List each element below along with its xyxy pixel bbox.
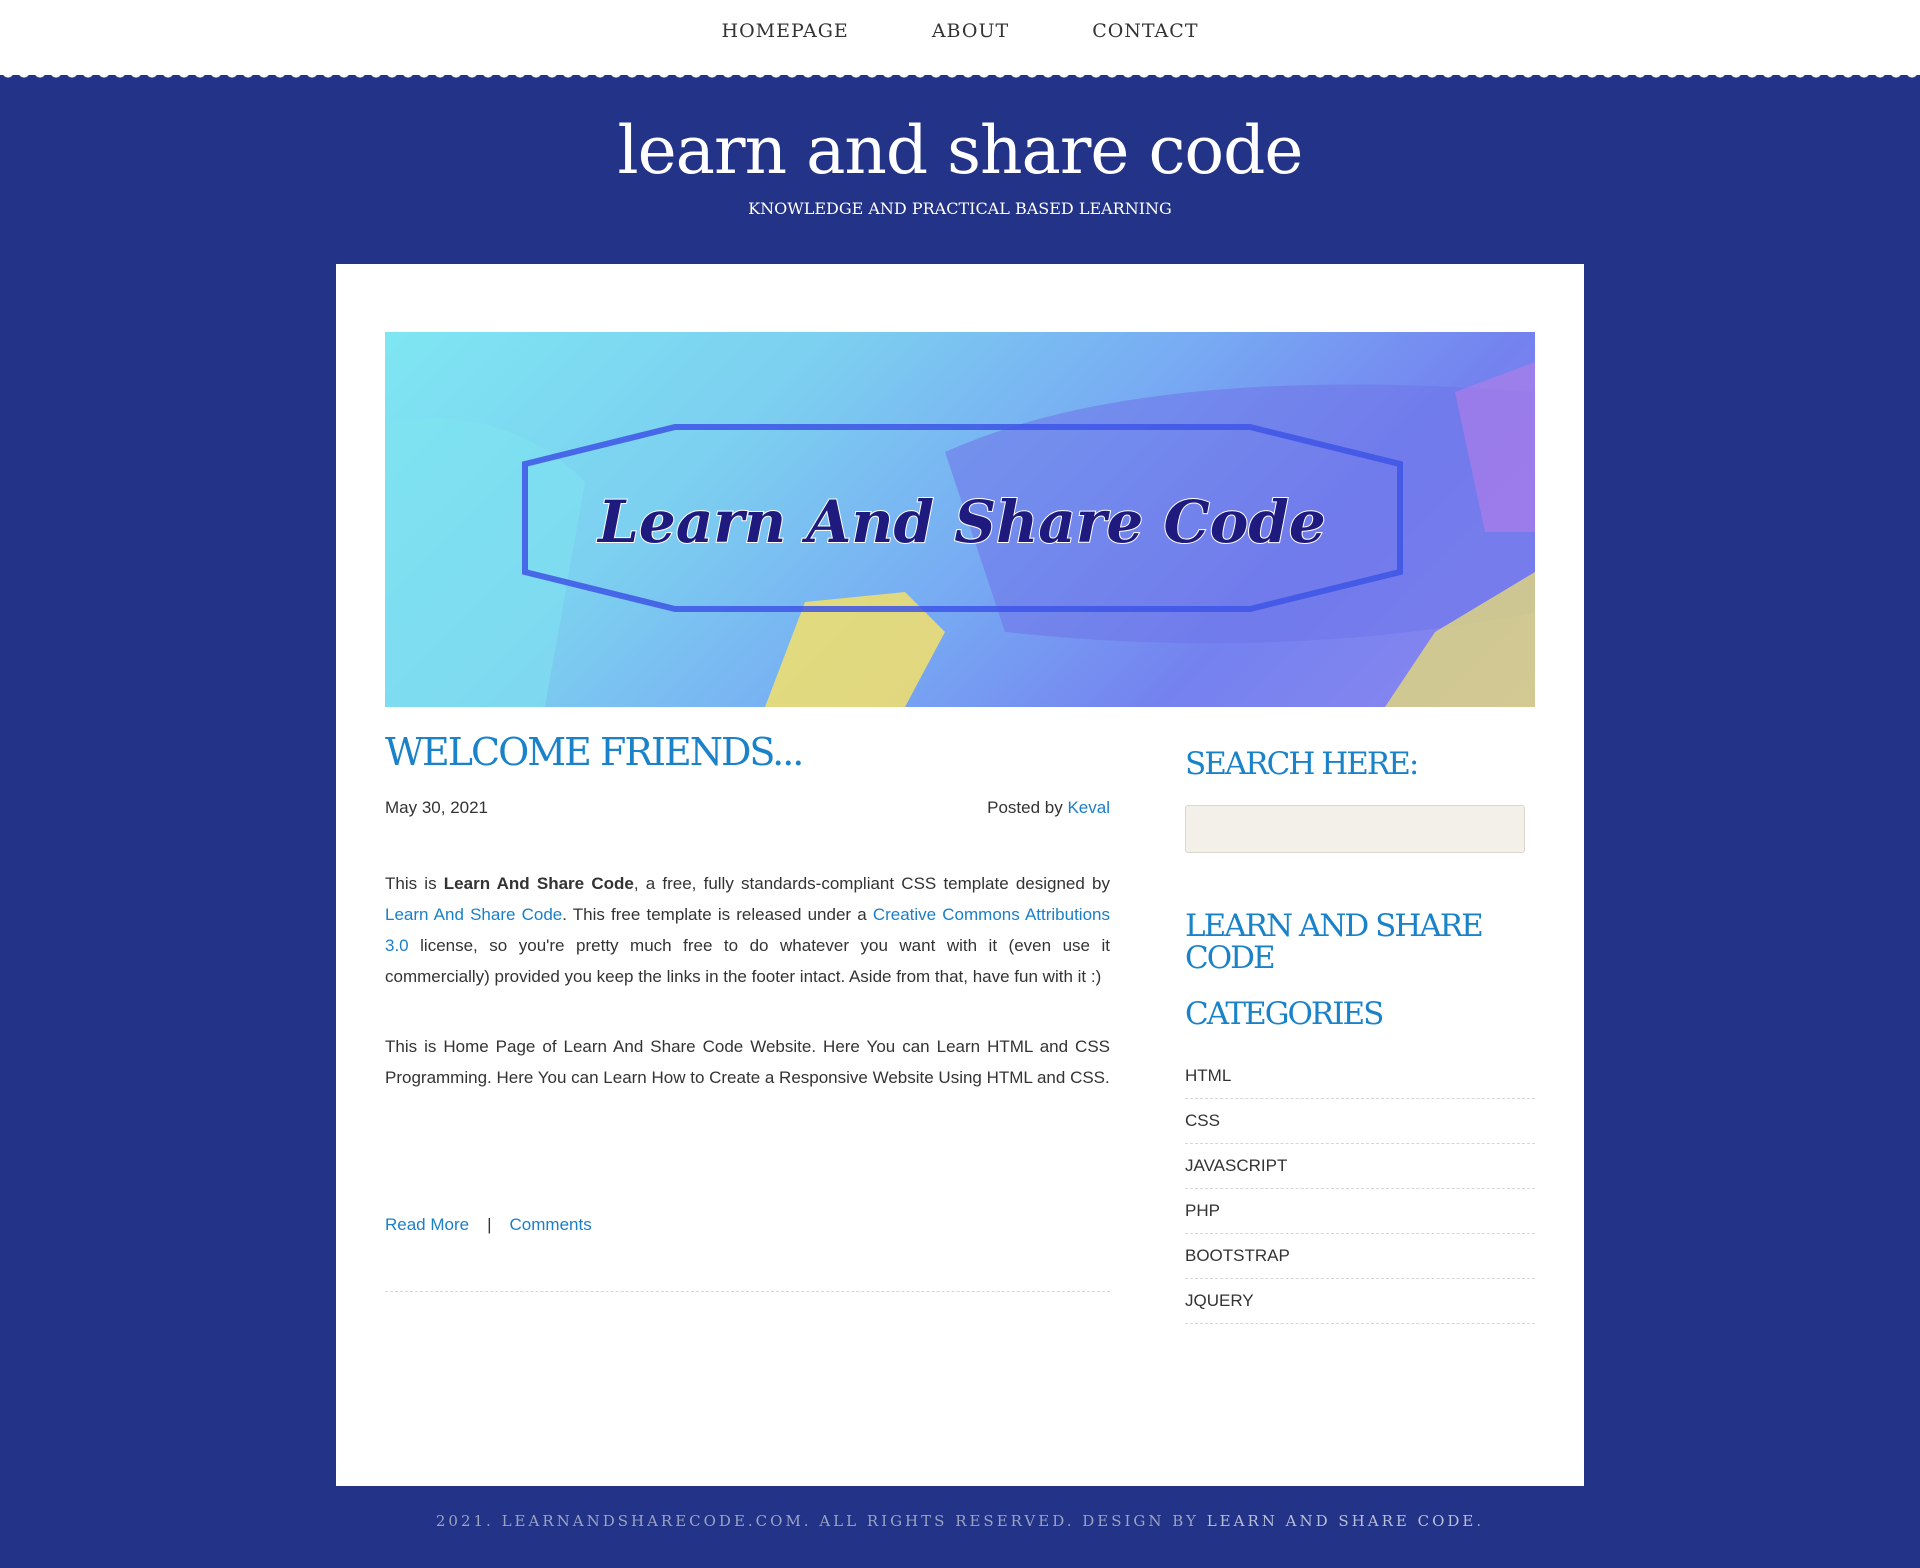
site-title: learn and share code [617,112,1304,189]
comments-link[interactable]: Comments [510,1215,592,1234]
post-links-separator: | [487,1215,492,1234]
banner-text: Learn And Share Code [596,488,1326,556]
categories-heading: CATEGORIES [1185,996,1384,1032]
read-more-link[interactable]: Read More [385,1215,469,1234]
post-paragraph-2: This is Home Page of Learn And Share Cod… [385,1037,1110,1087]
footer-end: . [1476,1512,1485,1530]
main-nav: HOMEPAGE ABOUT CONTACT [0,20,1920,42]
author-link[interactable]: Keval [1067,798,1110,817]
card-perforation-left [330,264,342,1486]
category-html[interactable]: HTML [1185,1054,1535,1099]
category-php[interactable]: PHP [1185,1189,1535,1234]
search-heading: SEARCH HERE: [1185,746,1419,782]
category-css[interactable]: CSS [1185,1099,1535,1144]
category-jquery[interactable]: JQUERY [1185,1279,1535,1324]
card-perforation-bottom [336,1480,1584,1492]
nav-contact-link[interactable]: CONTACT [1092,20,1198,42]
posted-by-label: Posted by [987,798,1063,817]
category-bootstrap[interactable]: BOOTSTRAP [1185,1234,1535,1279]
nav-homepage-link[interactable]: HOMEPAGE [722,20,849,42]
post-paragraph-1: This is Learn And Share Code, a free, fu… [385,868,1110,992]
card-perforation-top [336,258,1584,270]
post-title: WELCOME FRIENDS... [385,730,804,774]
learn-and-share-code-link[interactable]: Learn And Share Code [385,905,562,924]
footer: 2021. LEARNANDSHARECODE.COM. ALL RIGHTS … [0,1512,1920,1530]
post-divider [385,1291,1110,1292]
footer-design-link[interactable]: LEARN AND SHARE CODE [1207,1512,1477,1530]
banner-artwork: Learn And Share Code [385,362,1535,707]
post-body: This is Learn And Share Code, a free, fu… [385,868,1110,1132]
nav-about-link[interactable]: ABOUT [932,20,1009,42]
search-input[interactable] [1185,805,1525,853]
post-text: This is [385,874,444,893]
top-bar-scalloped-edge [0,64,1920,80]
post-date: May 30, 2021 [385,798,489,817]
footer-text: 2021. LEARNANDSHARECODE.COM. ALL RIGHTS … [435,1512,1207,1530]
post-author-line: Posted by Keval [850,798,1110,818]
categories-list: HTML CSS JAVASCRIPT PHP BOOTSTRAP JQUERY [1185,1054,1535,1324]
banner-image: Learn And Share Code [385,332,1535,707]
post-bold-text: Learn And Share Code [443,874,634,893]
post-links: Read More | Comments [385,1215,592,1235]
sidebar-site-heading: LEARN AND SHARE CODE [1185,908,1484,976]
card-perforation-right [1578,264,1590,1486]
post-text: . This free template is released under a [562,905,873,924]
post-text: license, so you're pretty much free to d… [385,936,1110,986]
post-text: , a free, fully standards-compliant CSS … [633,874,1110,893]
site-tagline: KNOWLEDGE AND PRACTICAL BASED LEARNING [748,199,1172,218]
category-javascript[interactable]: JAVASCRIPT [1185,1144,1535,1189]
